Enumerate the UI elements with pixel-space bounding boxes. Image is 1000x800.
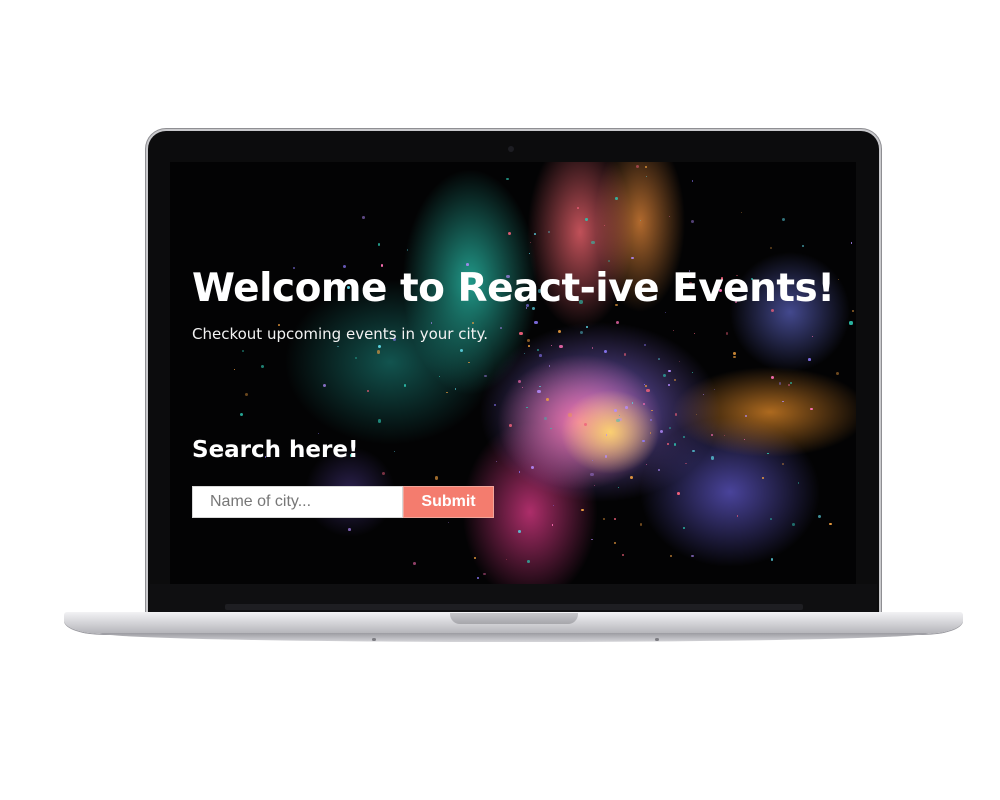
camera-icon <box>508 146 514 152</box>
app-screen: Welcome to React-ive Events! Checkout up… <box>170 162 856 584</box>
laptop-foot-right <box>655 638 659 641</box>
submit-button[interactable]: Submit <box>403 486 494 518</box>
city-search-input[interactable] <box>192 486 403 518</box>
laptop-opening-notch <box>450 613 578 624</box>
page-title: Welcome to React-ive Events! <box>192 266 835 311</box>
hero-section: Welcome to React-ive Events! Checkout up… <box>192 162 856 584</box>
search-heading: Search here! <box>192 437 359 463</box>
laptop-mockup: Welcome to React-ive Events! Checkout up… <box>0 0 1000 800</box>
laptop-foot-left <box>372 638 376 641</box>
laptop-hinge <box>225 604 803 610</box>
laptop-base-lip <box>100 633 928 642</box>
city-search-form: Submit <box>192 486 494 518</box>
page-subtitle: Checkout upcoming events in your city. <box>192 325 489 343</box>
